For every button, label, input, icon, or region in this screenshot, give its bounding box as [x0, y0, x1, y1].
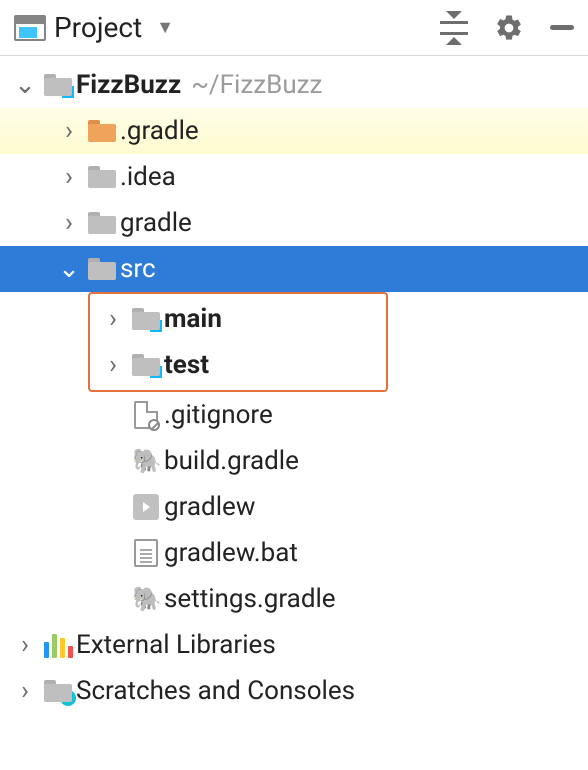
folder-icon — [88, 258, 116, 280]
tree-node-scratches[interactable]: › Scratches and Consoles — [0, 668, 588, 714]
tree-node-gradle-cache[interactable]: › .gradle — [0, 108, 588, 154]
node-label: settings.gradle — [164, 584, 336, 614]
view-selector[interactable]: Project ▼ — [14, 11, 432, 44]
folder-icon — [88, 212, 116, 234]
gradle-icon: 🐘 — [132, 447, 160, 475]
tree-node-gradlew[interactable]: gradlew — [0, 484, 588, 530]
node-label: build.gradle — [164, 446, 299, 476]
tree-node-gradlew-bat[interactable]: gradlew.bat — [0, 530, 588, 576]
node-label: gradle — [120, 208, 192, 238]
node-label: .gitignore — [164, 400, 273, 430]
tree-node-build-gradle[interactable]: 🐘 build.gradle — [0, 438, 588, 484]
libraries-icon — [44, 632, 73, 658]
tree-node-main[interactable]: › main — [90, 296, 386, 342]
expand-right-icon[interactable]: › — [54, 162, 84, 192]
gradle-icon: 🐘 — [132, 585, 160, 613]
expand-down-icon[interactable]: ⌄ — [54, 254, 84, 284]
module-icon — [44, 74, 72, 96]
file-ignore-icon — [134, 401, 158, 429]
tree-node-test[interactable]: › test — [90, 342, 386, 388]
expand-right-icon[interactable]: › — [10, 676, 40, 706]
gear-icon[interactable] — [494, 13, 524, 43]
node-label: gradlew — [164, 492, 255, 522]
expand-right-icon[interactable]: › — [54, 116, 84, 146]
node-label: .idea — [120, 162, 176, 192]
project-tool-icon — [14, 15, 46, 41]
expand-right-icon[interactable]: › — [98, 350, 128, 380]
node-label: FizzBuzz — [76, 70, 181, 100]
tree-node-src[interactable]: ⌄ src — [0, 246, 588, 292]
chevron-down-icon: ▼ — [156, 17, 174, 38]
node-label: gradlew.bat — [164, 538, 298, 568]
node-label: test — [164, 350, 209, 380]
tree-node-gitignore[interactable]: .gitignore — [0, 392, 588, 438]
annotation-box: › main › test — [88, 292, 388, 392]
collapse-all-icon[interactable] — [440, 14, 468, 42]
tree-node-root[interactable]: ⌄ FizzBuzz ~/FizzBuzz — [0, 62, 588, 108]
node-label: Scratches and Consoles — [76, 676, 355, 706]
tree-node-external-libraries[interactable]: › External Libraries — [0, 622, 588, 668]
scratches-icon — [44, 680, 72, 702]
text-file-icon — [134, 539, 158, 567]
folder-excluded-icon — [88, 120, 116, 142]
module-icon — [132, 354, 160, 376]
project-tree: ⌄ FizzBuzz ~/FizzBuzz › .gradle › .idea … — [0, 56, 588, 714]
expand-down-icon[interactable]: ⌄ — [10, 70, 40, 100]
folder-icon — [88, 166, 116, 188]
expand-right-icon[interactable]: › — [54, 208, 84, 238]
tree-node-settings-gradle[interactable]: 🐘 settings.gradle — [0, 576, 588, 622]
node-path: ~/FizzBuzz — [191, 70, 322, 100]
node-label: External Libraries — [76, 630, 276, 660]
view-title: Project — [54, 11, 142, 44]
node-label: .gradle — [120, 116, 199, 146]
tree-node-idea[interactable]: › .idea — [0, 154, 588, 200]
node-label: main — [164, 304, 222, 334]
shell-icon — [133, 494, 159, 520]
hide-icon[interactable] — [550, 25, 574, 30]
node-label: src — [120, 254, 156, 284]
expand-right-icon[interactable]: › — [98, 304, 128, 334]
tree-node-gradle[interactable]: › gradle — [0, 200, 588, 246]
expand-right-icon[interactable]: › — [10, 630, 40, 660]
tool-window-header: Project ▼ — [0, 0, 588, 56]
module-icon — [132, 308, 160, 330]
